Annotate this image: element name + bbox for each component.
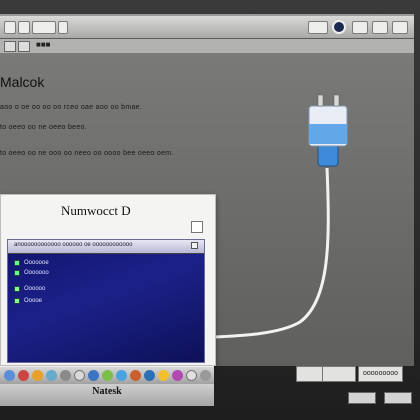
dialog-inner-panel: anoooooooooooo oooooo oe oooooooooooo Oo… [7, 239, 205, 363]
list-item-1[interactable]: Ooooooe [24, 260, 49, 266]
list-item-2[interactable]: Ooooooo [24, 270, 49, 276]
right-control-label[interactable]: ooooooooo [358, 366, 404, 382]
dock-icon-5[interactable] [60, 370, 71, 381]
dock-icon-10[interactable] [130, 370, 141, 381]
list-item-icon [14, 286, 20, 292]
monitor-frame: ■■■ Malcok aoo o oe oo oo oo rceo oae ao… [0, 0, 420, 420]
brand-label: Natesk [92, 386, 122, 397]
list-item-4[interactable]: Ooooe [24, 298, 42, 304]
dock [0, 366, 214, 385]
usb-pin-1 [317, 94, 324, 107]
dock-icon-11[interactable] [144, 370, 155, 381]
usb-pin-2 [333, 94, 340, 107]
trash-icon[interactable] [200, 370, 211, 381]
list-item-icon [14, 270, 20, 276]
dock-icon-3[interactable] [32, 370, 43, 381]
dock-icon-12[interactable] [158, 370, 169, 381]
usb-connector-body [317, 143, 339, 167]
right-control-2[interactable] [322, 366, 356, 382]
dock-icon-finder[interactable] [4, 370, 15, 381]
dock-icon-2[interactable] [18, 370, 29, 381]
dialog-title: Numwocct D [61, 203, 131, 218]
dialog-window: Numwocct D anoooooooooooo oooooo oe oooo… [0, 194, 216, 366]
usb-plug-band [309, 124, 347, 144]
dock-icon-6[interactable] [74, 370, 85, 381]
inner-header-text: anoooooooooooo oooooo oe oooooooooooo [14, 242, 133, 248]
list-item-3[interactable]: Oooooo [24, 286, 45, 292]
inner-title-bar: anoooooooooooo oooooo oe oooooooooooo [8, 240, 204, 254]
stand-button-2[interactable] [384, 392, 412, 404]
list-item-icon [14, 298, 20, 304]
dock-icon-8[interactable] [102, 370, 113, 381]
dock-icon-14[interactable] [186, 370, 197, 381]
stand-button-1[interactable] [348, 392, 376, 404]
dock-icon-9[interactable] [116, 370, 127, 381]
dock-icon-7[interactable] [88, 370, 99, 381]
list-item-icon [14, 260, 20, 266]
dialog-control-icon[interactable] [191, 221, 203, 233]
dock-icon-4[interactable] [46, 370, 57, 381]
dock-icon-13[interactable] [172, 370, 183, 381]
close-icon[interactable] [191, 242, 198, 249]
